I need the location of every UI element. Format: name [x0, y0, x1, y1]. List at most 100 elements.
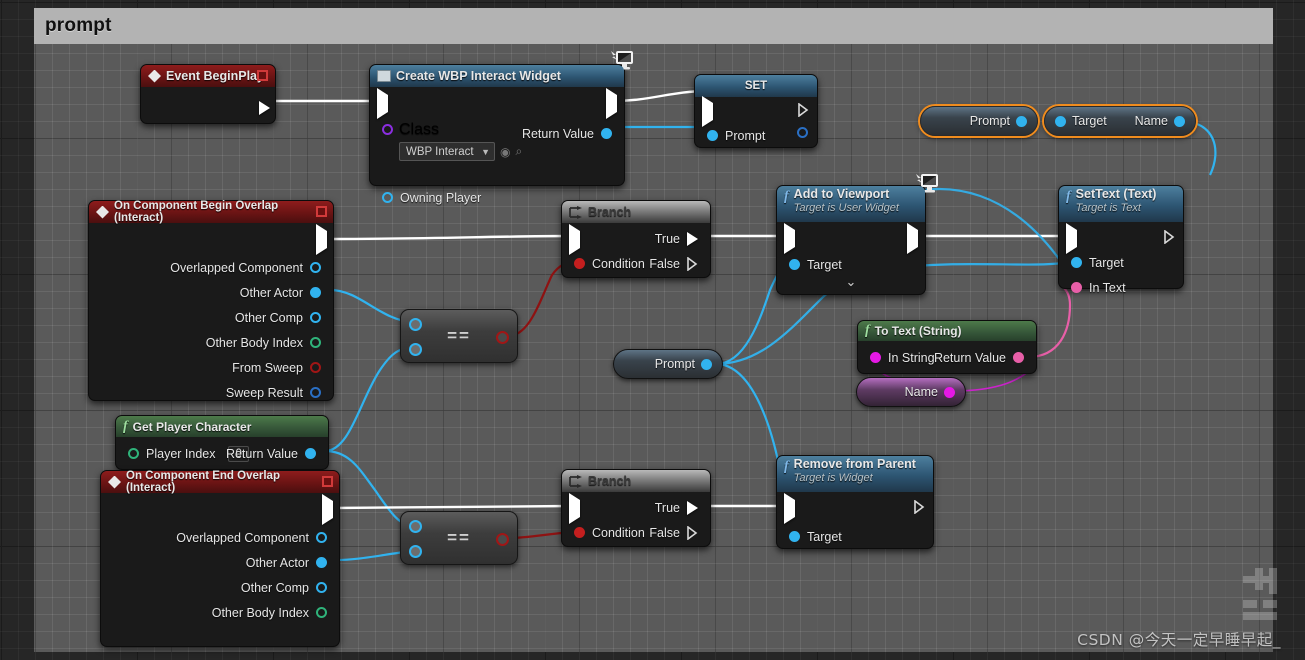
pin-other-comp[interactable]: Other Comp	[232, 575, 336, 600]
target-pin-icon	[789, 531, 800, 542]
var-get-prompt[interactable]: Prompt	[920, 106, 1038, 136]
var-get-name[interactable]: Name	[856, 377, 966, 407]
pin-other-actor[interactable]: Other Actor	[237, 550, 336, 575]
comment-title[interactable]: prompt	[34, 8, 1273, 44]
node-body: Player Index 0 Return Value	[116, 437, 328, 469]
pin-exec-out[interactable]	[798, 102, 809, 122]
pin-exec-out[interactable]	[907, 223, 918, 254]
node-add-to-viewport[interactable]: f Add to Viewport Target is User Widget …	[776, 174, 938, 295]
pin-exec-out[interactable]	[259, 95, 270, 120]
node-body: Overlapped Component Other Actor Other C…	[101, 493, 339, 646]
pin-other-body-index[interactable]: Other Body Index	[203, 600, 336, 625]
delete-pin-icon[interactable]	[257, 70, 268, 81]
function-f-icon: f	[123, 418, 128, 434]
branch-icon	[569, 474, 582, 488]
pin-exec-out[interactable]	[1164, 229, 1175, 249]
node-title: Create WBP Interact Widget	[396, 69, 561, 83]
equals-input-b-pin-icon[interactable]	[409, 545, 422, 558]
node-title: Add to Viewport	[793, 187, 890, 201]
branch-icon	[569, 205, 582, 219]
node-set-prompt[interactable]: SET Prompt	[694, 74, 818, 148]
pin-true[interactable]: True	[646, 226, 707, 251]
pin-in-text[interactable]: In Text	[1062, 275, 1135, 300]
pin-sweep-result[interactable]: Sweep Result	[217, 380, 330, 405]
pin-prompt-out[interactable]	[797, 127, 808, 138]
node-title: To Text (String)	[874, 324, 962, 338]
player-index-pin-icon	[128, 448, 139, 459]
equals-input-a-pin-icon[interactable]	[409, 318, 422, 331]
pin-exec-in[interactable]	[784, 493, 795, 524]
equals-output-pin-icon[interactable]	[496, 533, 509, 546]
pin-other-actor[interactable]: Other Actor	[231, 280, 330, 305]
pin-false[interactable]: False	[640, 251, 707, 276]
node-equals-bottom[interactable]: ==	[400, 511, 518, 565]
equals-output-pin-icon[interactable]	[496, 331, 509, 344]
pin-label: Overlapped Component	[176, 530, 309, 545]
pin-target[interactable]: Target	[780, 524, 851, 549]
pin-return-value[interactable]: Return Value	[925, 345, 1033, 370]
pin-label-class: Class	[399, 121, 440, 138]
pin-exec-in[interactable]	[702, 96, 713, 127]
pin-label-target: Target	[1089, 255, 1124, 270]
search-icon[interactable]: ⌕	[515, 144, 522, 159]
node-title: SET	[744, 80, 768, 92]
node-branch-top[interactable]: Branch True Condition False	[561, 200, 711, 278]
pin-owning-player[interactable]: Owning Player	[373, 185, 490, 210]
pin-target[interactable]: Target	[1062, 250, 1133, 275]
pin-class[interactable]: Class WBP Interact ▼ ◉ ⌕	[382, 121, 522, 161]
class-dropdown[interactable]: WBP Interact ▼	[399, 142, 495, 161]
var-get-target-name[interactable]: Target Name	[1044, 106, 1196, 136]
pin-exec-in[interactable]	[569, 224, 580, 255]
pin-label: Overlapped Component	[170, 260, 303, 275]
node-set-text[interactable]: f SetText (Text) Target is Text Target I…	[1058, 185, 1184, 295]
prompt-out-pin-icon	[797, 127, 808, 138]
pin-false[interactable]: False	[640, 520, 707, 545]
chevron-down-icon[interactable]: ⌄	[777, 275, 925, 292]
pin-label: Other Comp	[240, 580, 309, 595]
equals-input-b-pin-icon[interactable]	[409, 343, 422, 356]
var-label-prompt: Prompt	[969, 114, 1010, 128]
node-on-component-begin-overlap[interactable]: On Component Begin Overlap (Interact) Ov…	[88, 200, 334, 401]
node-on-component-end-overlap[interactable]: On Component End Overlap (Interact) Over…	[100, 470, 340, 647]
pin-exec-out[interactable]	[322, 494, 333, 525]
var-label-target: Target	[1072, 114, 1107, 128]
equals-input-a-pin-icon[interactable]	[409, 520, 422, 533]
var-get-prompt-middle[interactable]: Prompt	[613, 349, 723, 379]
node-equals-top[interactable]: ==	[400, 309, 518, 363]
pin-exec-out[interactable]	[914, 499, 925, 519]
node-to-text-string[interactable]: f To Text (String) In String Return Valu…	[857, 320, 1037, 374]
node-create-wbp-interact-widget[interactable]: Create WBP Interact Widget Class WBP Int…	[369, 51, 633, 205]
pin-other-body-index[interactable]: Other Body Index	[197, 330, 330, 355]
node-remove-from-parent[interactable]: f Remove from Parent Target is Widget Ta…	[776, 455, 934, 549]
pin-from-sweep[interactable]: From Sweep	[223, 355, 330, 380]
other-actor-pin-icon	[310, 287, 321, 298]
pin-other-comp[interactable]: Other Comp	[226, 305, 330, 330]
blueprint-graph-canvas[interactable]: prompt Event BeginPlay Create WBP Intera…	[0, 0, 1305, 660]
pin-target[interactable]: Target	[780, 252, 851, 277]
pin-return-value[interactable]: Return Value	[513, 121, 621, 146]
browse-icon[interactable]: ◉	[500, 145, 510, 159]
pin-prompt-in[interactable]: Prompt	[698, 123, 774, 148]
pin-exec-out[interactable]	[606, 88, 617, 119]
pin-label-prompt: Prompt	[725, 128, 766, 143]
pin-overlapped-component[interactable]: Overlapped Component	[167, 525, 336, 550]
name-out-pin-icon	[1174, 115, 1185, 127]
delete-pin-icon[interactable]	[316, 206, 327, 217]
name-out-pin-icon	[944, 386, 955, 398]
pin-return-value[interactable]: Return Value	[217, 441, 325, 466]
pin-label: Other Body Index	[211, 605, 309, 620]
pin-exec-in[interactable]	[784, 223, 795, 254]
pin-exec-in[interactable]	[377, 88, 388, 119]
node-get-player-character[interactable]: f Get Player Character Player Index 0 Re…	[115, 415, 329, 470]
other-actor-pin-icon	[316, 557, 327, 568]
delete-pin-icon[interactable]	[322, 476, 333, 487]
node-branch-bottom[interactable]: Branch True Condition False	[561, 469, 711, 547]
pin-exec-out[interactable]	[316, 224, 327, 255]
pin-exec-in[interactable]	[1066, 223, 1077, 254]
pin-overlapped-component[interactable]: Overlapped Component	[161, 255, 330, 280]
exec-out-icon	[798, 102, 809, 118]
pin-exec-in[interactable]	[569, 493, 580, 524]
pin-true[interactable]: True	[646, 495, 707, 520]
node-title: On Component Begin Overlap (Interact)	[114, 200, 279, 224]
node-event-begin-play[interactable]: Event BeginPlay	[140, 64, 276, 124]
